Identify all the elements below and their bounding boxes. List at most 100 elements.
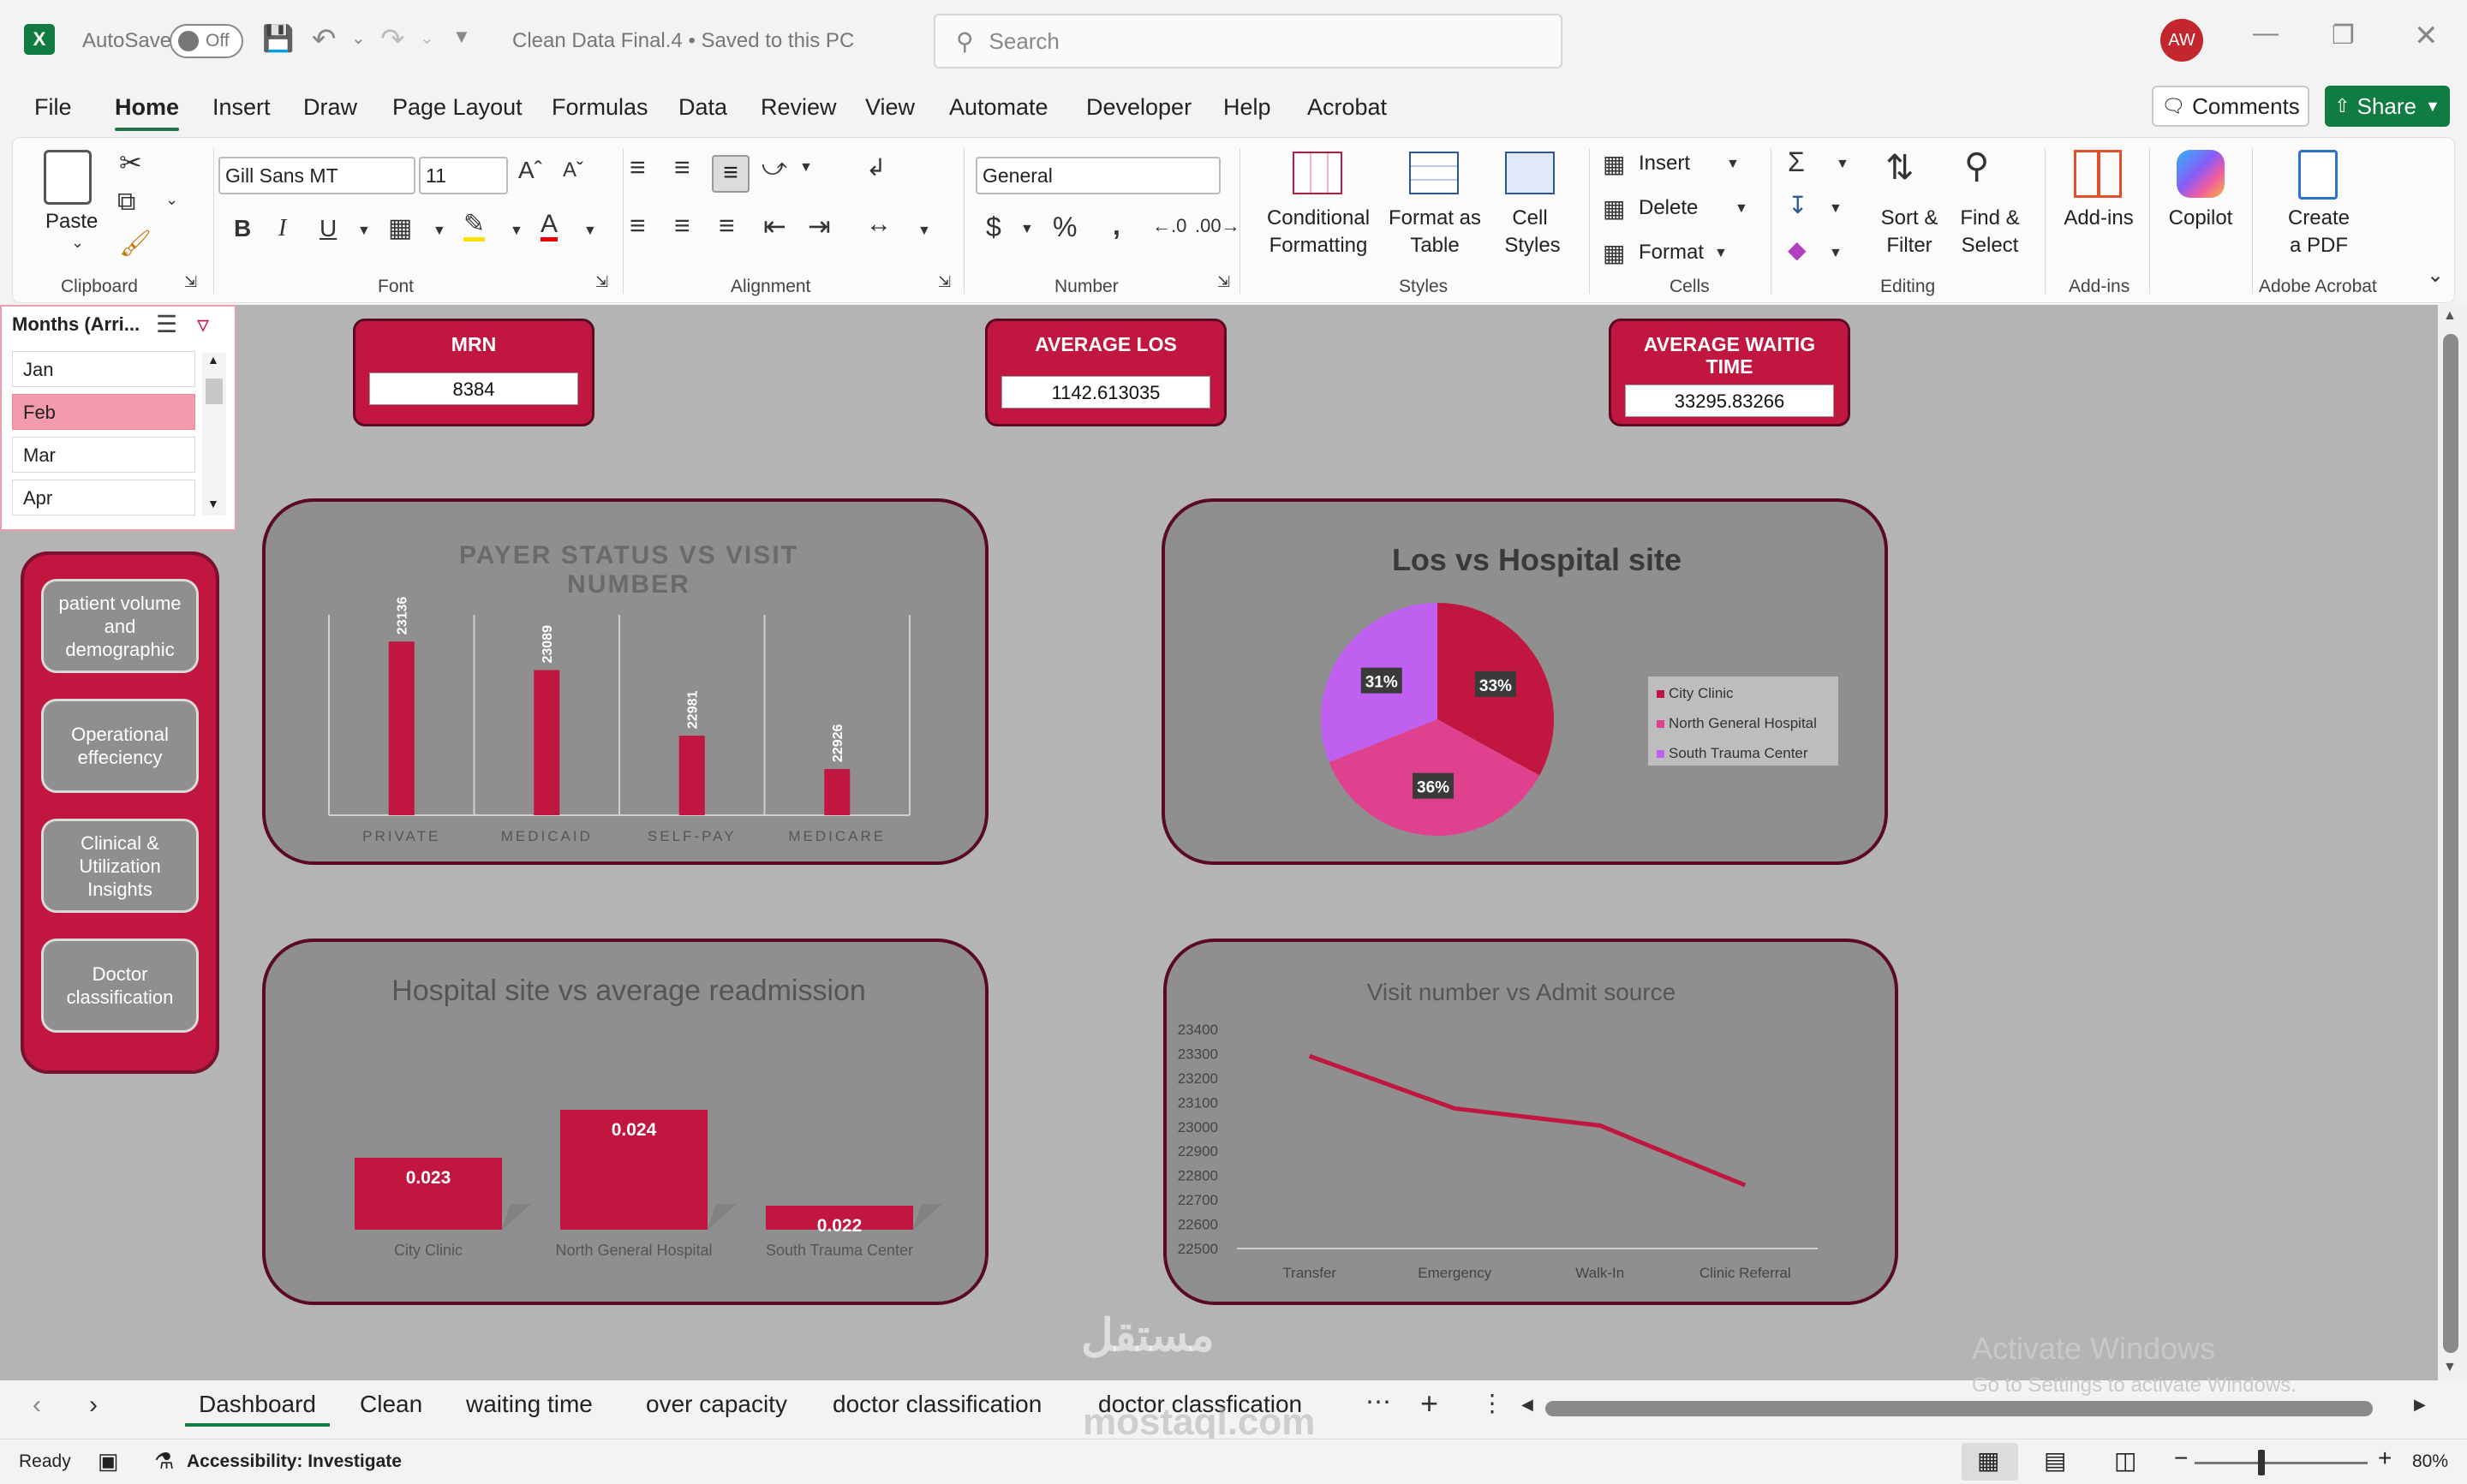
- cell-styles-label-1[interactable]: Cell: [1498, 205, 1562, 232]
- delete-cells-label[interactable]: Delete: [1639, 194, 1698, 222]
- slicer-scroll-up-icon[interactable]: ▲: [207, 353, 219, 367]
- font-name-combo[interactable]: Gill Sans MT: [218, 157, 415, 194]
- tab-review[interactable]: Review: [761, 94, 837, 121]
- insert-cells-icon[interactable]: ▦: [1603, 150, 1625, 178]
- hscroll-left-icon[interactable]: ◀: [1521, 1396, 1533, 1414]
- autosum-dropdown-icon[interactable]: ▼: [1836, 157, 1849, 172]
- underline-dropdown-icon[interactable]: ▼: [357, 223, 371, 239]
- format-as-table-label-2[interactable]: Table: [1392, 232, 1478, 259]
- format-dropdown-icon[interactable]: ▼: [1714, 246, 1728, 261]
- vertical-scrollbar-thumb[interactable]: [2443, 334, 2458, 1353]
- sheet-tab-doctor-classification[interactable]: doctor classification: [833, 1391, 1042, 1418]
- increase-indent-icon[interactable]: ⇥: [808, 210, 831, 242]
- sort-filter-label-1[interactable]: Sort &: [1875, 205, 1944, 232]
- add-sheet-icon[interactable]: +: [1420, 1386, 1438, 1421]
- slicer-scrollbar[interactable]: ▲ ▼: [202, 353, 226, 516]
- normal-view-button[interactable]: ▦: [1962, 1443, 2018, 1481]
- tab-view[interactable]: View: [865, 94, 915, 121]
- increase-font-icon[interactable]: Aˆ: [518, 157, 542, 184]
- format-cells-icon[interactable]: ▦: [1603, 239, 1625, 267]
- chart-los-hospital[interactable]: Los vs Hospital site 33% 36% 31% City Clinic…: [1162, 498, 1888, 865]
- cell-styles-label-2[interactable]: Styles: [1490, 232, 1575, 259]
- autosum-icon[interactable]: Σ: [1788, 146, 1805, 178]
- clear-dropdown-icon[interactable]: ▼: [1829, 246, 1843, 261]
- insert-cells-label[interactable]: Insert: [1639, 150, 1690, 177]
- wrap-text-icon[interactable]: ↲: [866, 153, 886, 182]
- sheet-tab-over-capacity[interactable]: over capacity: [646, 1391, 787, 1418]
- orientation-icon[interactable]: ⤻: [762, 153, 787, 182]
- merge-center-icon[interactable]: ↔: [866, 210, 892, 239]
- font-size-combo[interactable]: 11: [419, 157, 508, 194]
- slicer-scroll-thumb[interactable]: [206, 378, 223, 404]
- months-slicer[interactable]: Months (Arri... ☰ ▿ Jan Feb Mar Apr ▲ ▼: [0, 305, 236, 531]
- sheet-tab-clean[interactable]: Clean: [360, 1391, 422, 1418]
- tab-insert[interactable]: Insert: [212, 94, 271, 121]
- cell-styles-icon[interactable]: [1505, 152, 1555, 194]
- sheet-tab-dashboard[interactable]: Dashboard: [185, 1391, 330, 1427]
- fill-color-dropdown-icon[interactable]: ▼: [510, 223, 523, 239]
- copilot-label[interactable]: Copilot: [2165, 205, 2237, 232]
- fill-color-icon[interactable]: ✎: [463, 212, 486, 241]
- tab-draw[interactable]: Draw: [303, 94, 357, 121]
- chart-admit-source[interactable]: Visit number vs Admit source 23400 23300 23…: [1163, 939, 1898, 1305]
- zoom-out-icon[interactable]: −: [2174, 1445, 2188, 1472]
- next-sheet-icon[interactable]: ›: [89, 1391, 98, 1420]
- nav-operational-button[interactable]: Operational effeciency: [41, 699, 199, 793]
- decrease-indent-icon[interactable]: ⇤: [763, 210, 786, 242]
- slicer-item-jan[interactable]: Jan: [12, 351, 195, 387]
- find-select-icon[interactable]: ⚲: [1964, 146, 1989, 186]
- collapse-ribbon-icon[interactable]: ⌄: [2427, 263, 2444, 288]
- comma-style-icon[interactable]: ,: [1113, 210, 1120, 241]
- format-cells-label[interactable]: Format: [1639, 239, 1704, 266]
- hscroll-right-icon[interactable]: ▶: [2414, 1396, 2426, 1414]
- sort-filter-icon[interactable]: ⇅: [1885, 148, 1914, 188]
- align-left-icon[interactable]: ≡: [630, 210, 646, 241]
- tab-file[interactable]: File: [34, 94, 72, 121]
- page-layout-view-icon[interactable]: ▤: [2044, 1446, 2066, 1475]
- percent-icon[interactable]: %: [1053, 212, 1077, 243]
- merge-dropdown-icon[interactable]: ▼: [917, 223, 931, 239]
- create-pdf-icon[interactable]: [2298, 150, 2338, 200]
- share-button[interactable]: ⇧ Share ▼: [2325, 86, 2450, 127]
- scroll-up-icon[interactable]: ▲: [2443, 308, 2457, 324]
- borders-icon[interactable]: ▦: [388, 213, 412, 243]
- comments-button[interactable]: 🗨 Comments: [2152, 86, 2309, 127]
- zoom-slider-track[interactable]: [2195, 1462, 2368, 1464]
- file-title[interactable]: Clean Data Final.4 • Saved to this PC: [512, 29, 854, 53]
- clear-icon[interactable]: ◆: [1788, 235, 1807, 264]
- scroll-down-icon[interactable]: ▼: [2443, 1360, 2457, 1375]
- currency-icon[interactable]: $: [986, 212, 1001, 243]
- increase-decimal-icon[interactable]: ←.0: [1152, 215, 1186, 237]
- add-ins-icon[interactable]: [2074, 150, 2122, 198]
- chart-readmission[interactable]: Hospital site vs average readmission 0.02…: [262, 939, 989, 1305]
- slicer-item-feb[interactable]: Feb: [12, 394, 195, 430]
- delete-dropdown-icon[interactable]: ▼: [1735, 201, 1748, 217]
- align-center-icon[interactable]: ≡: [674, 210, 690, 241]
- add-ins-label[interactable]: Add-ins: [2060, 205, 2137, 232]
- align-middle-icon[interactable]: ≡: [674, 152, 690, 183]
- undo-dropdown-icon[interactable]: ⌄: [351, 27, 366, 49]
- tab-home[interactable]: Home: [115, 94, 180, 131]
- sheet-options-icon[interactable]: ⋮: [1480, 1389, 1504, 1417]
- zoom-slider-handle[interactable]: [2258, 1450, 2265, 1475]
- horizontal-scrollbar-thumb[interactable]: [1545, 1401, 2373, 1416]
- font-color-icon[interactable]: A: [541, 212, 559, 241]
- autosave-toggle[interactable]: Off: [170, 24, 243, 58]
- currency-dropdown-icon[interactable]: ▼: [1020, 222, 1034, 237]
- bold-icon[interactable]: B: [234, 215, 251, 242]
- tab-data[interactable]: Data: [678, 94, 727, 121]
- number-format-combo[interactable]: General: [976, 157, 1221, 194]
- nav-patient-volume-button[interactable]: patient volume and demographic: [41, 579, 199, 673]
- align-right-icon[interactable]: ≡: [719, 210, 735, 241]
- copilot-icon[interactable]: [2177, 150, 2225, 198]
- zoom-level[interactable]: 80%: [2412, 1451, 2448, 1472]
- accessibility-status[interactable]: Accessibility: Investigate: [187, 1451, 402, 1472]
- prev-sheet-icon[interactable]: ‹: [33, 1391, 41, 1420]
- align-bottom-icon[interactable]: ≡: [712, 155, 750, 193]
- tab-automate[interactable]: Automate: [949, 94, 1048, 121]
- nav-clinical-button[interactable]: Clinical & Utilization Insights: [41, 819, 199, 913]
- tab-help[interactable]: Help: [1223, 94, 1271, 121]
- fill-icon[interactable]: ↧: [1788, 191, 1807, 219]
- sheet-tab-waiting-time[interactable]: waiting time: [466, 1391, 593, 1418]
- font-color-dropdown-icon[interactable]: ▼: [583, 223, 597, 239]
